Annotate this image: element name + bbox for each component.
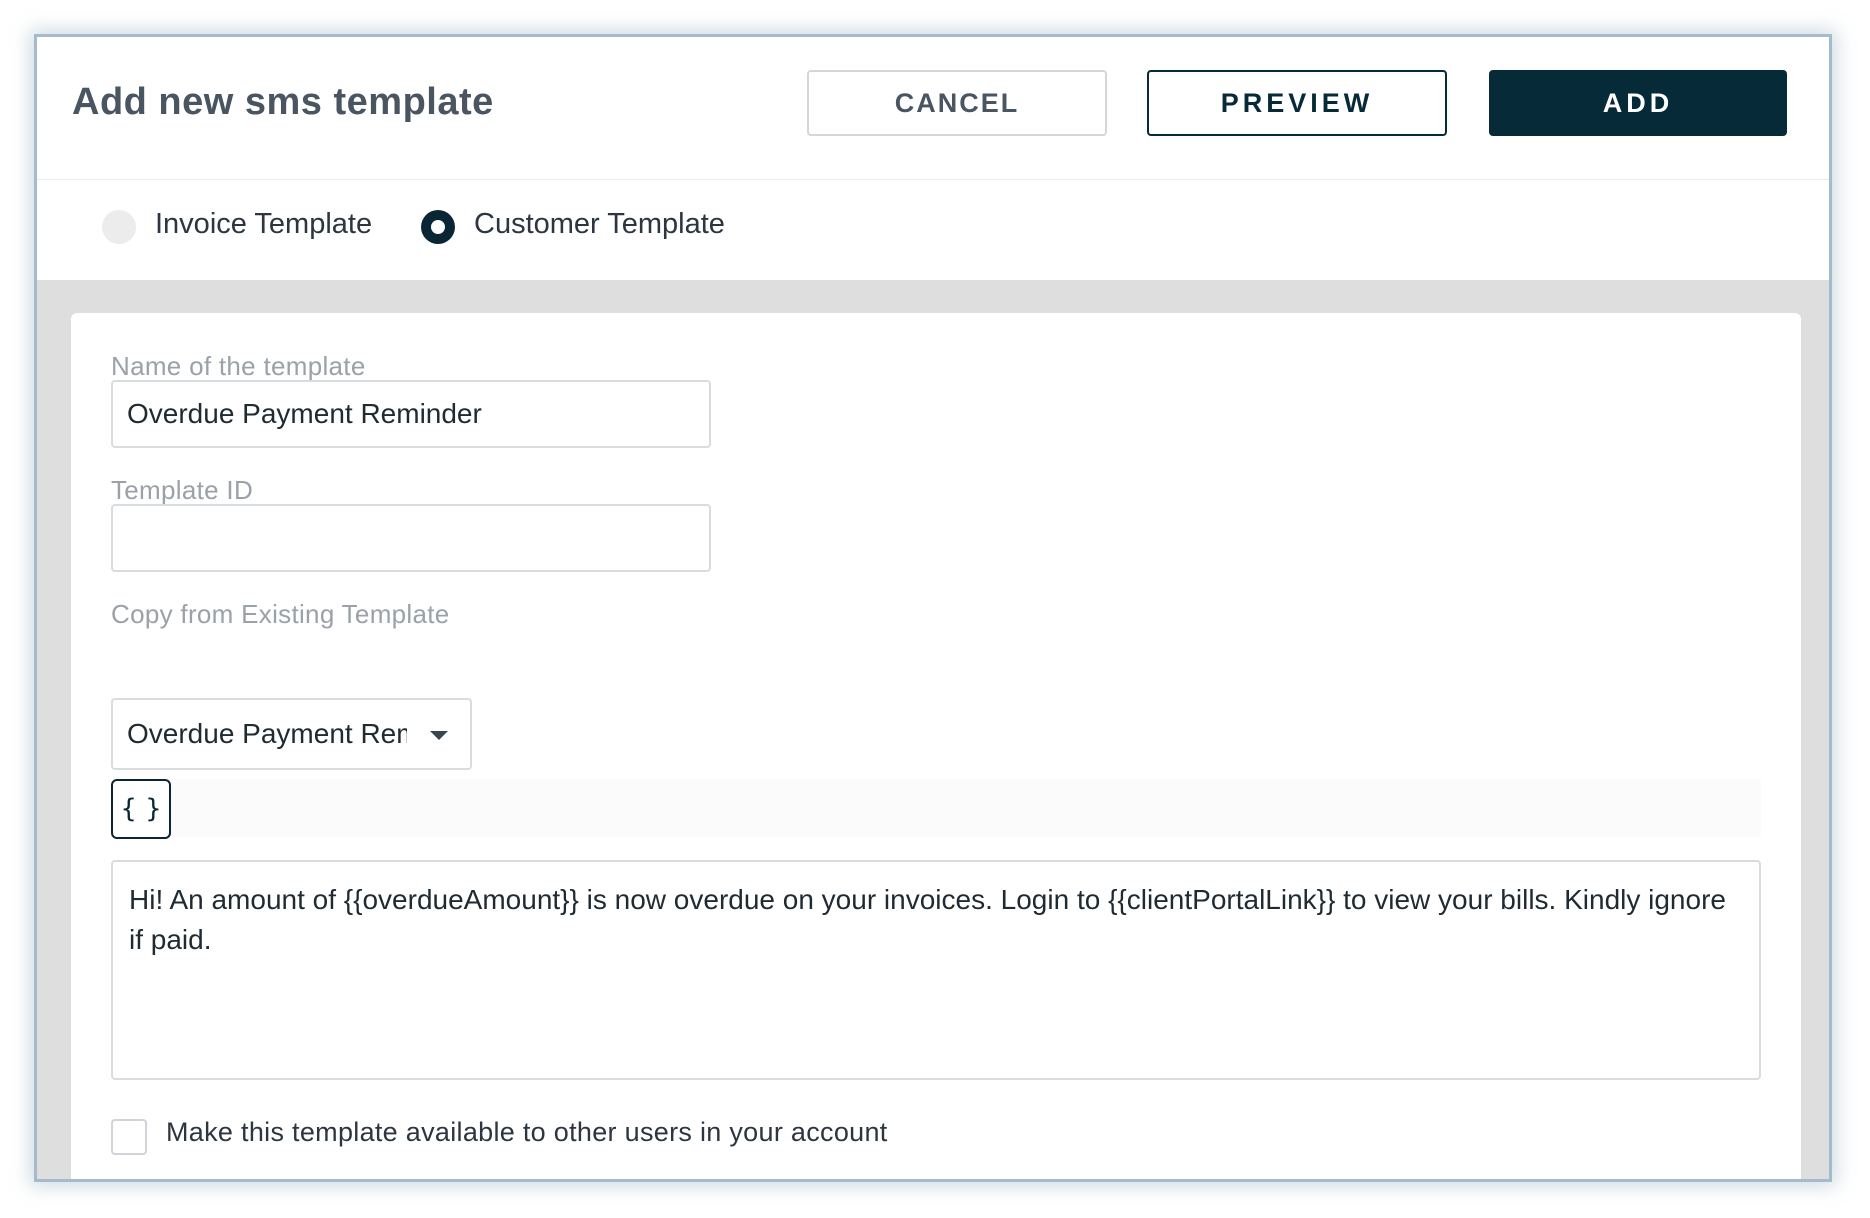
invoice-template-label[interactable]: Invoice Template: [155, 208, 372, 241]
copy-template-value: Overdue Payment Reminder: [127, 718, 407, 749]
caret-down-icon: [430, 731, 448, 740]
cancel-button[interactable]: CANCEL: [807, 70, 1107, 136]
insert-variable-button[interactable]: { }: [111, 779, 171, 839]
add-button[interactable]: ADD: [1489, 70, 1787, 136]
template-type-radio-group: Invoice Template Customer Template: [37, 180, 1829, 280]
invoice-template-radio[interactable]: [102, 210, 136, 244]
editor-toolbar: [111, 779, 1761, 837]
share-template-checkbox[interactable]: [111, 1119, 147, 1155]
share-template-label[interactable]: Make this template available to other us…: [166, 1117, 888, 1148]
template-id-input[interactable]: [111, 504, 711, 572]
template-name-input[interactable]: [111, 380, 711, 448]
customer-template-label[interactable]: Customer Template: [474, 208, 725, 241]
template-form-card: Name of the template Template ID Copy fr…: [71, 313, 1801, 1179]
dialog-title: Add new sms template: [72, 81, 494, 123]
dialog-header: Add new sms template CANCEL PREVIEW ADD: [37, 37, 1829, 180]
customer-template-radio[interactable]: [421, 210, 455, 244]
template-name-label: Name of the template: [111, 351, 366, 381]
message-textarea[interactable]: Hi! An amount of {{overdueAmount}} is no…: [111, 860, 1761, 1080]
preview-button[interactable]: PREVIEW: [1147, 70, 1447, 136]
copy-template-select[interactable]: Overdue Payment Reminder: [111, 698, 472, 770]
copy-template-label: Copy from Existing Template: [111, 599, 450, 629]
form-background: Name of the template Template ID Copy fr…: [37, 280, 1829, 1179]
template-id-label: Template ID: [111, 475, 254, 505]
add-sms-template-dialog: Add new sms template CANCEL PREVIEW ADD …: [34, 34, 1832, 1182]
